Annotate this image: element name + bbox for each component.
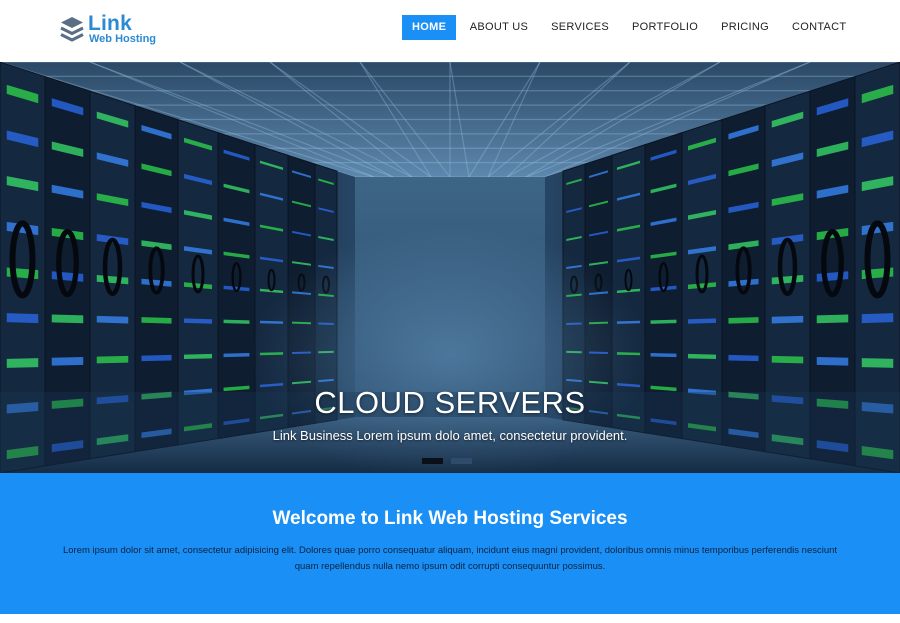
nav-home[interactable]: HOME [402,15,457,40]
carousel-dot-2[interactable] [451,458,472,464]
nav-pricing[interactable]: PRICING [710,15,781,40]
nav-contact[interactable]: CONTACT [781,15,858,40]
layers-icon [60,17,84,42]
welcome-section: Welcome to Link Web Hosting Services Lor… [0,473,900,614]
nav-portfolio[interactable]: PORTFOLIO [620,15,709,40]
carousel-dot-1[interactable] [422,458,443,464]
nav-about-us[interactable]: ABOUT US [458,15,539,40]
hero-slider: CLOUD SERVERS Link Business Lorem ipsum … [0,62,900,473]
logo-tagline: Web Hosting [89,33,157,45]
nav-services[interactable]: SERVICES [540,15,621,40]
site-header: Link Web Hosting HOME ABOUT US SERVICES … [0,0,900,62]
logo[interactable]: Link Web Hosting [60,12,170,48]
hero-subtitle: Link Business Lorem ipsum dolo amet, con… [272,428,628,443]
hero-title: CLOUD SERVERS [314,385,586,420]
main-nav: HOME ABOUT US SERVICES PORTFOLIO PRICING… [402,15,858,40]
carousel-indicators [422,458,472,464]
welcome-title: Welcome to Link Web Hosting Services [272,508,628,529]
welcome-text: Lorem ipsum dolor sit amet, consectetur … [62,545,838,572]
